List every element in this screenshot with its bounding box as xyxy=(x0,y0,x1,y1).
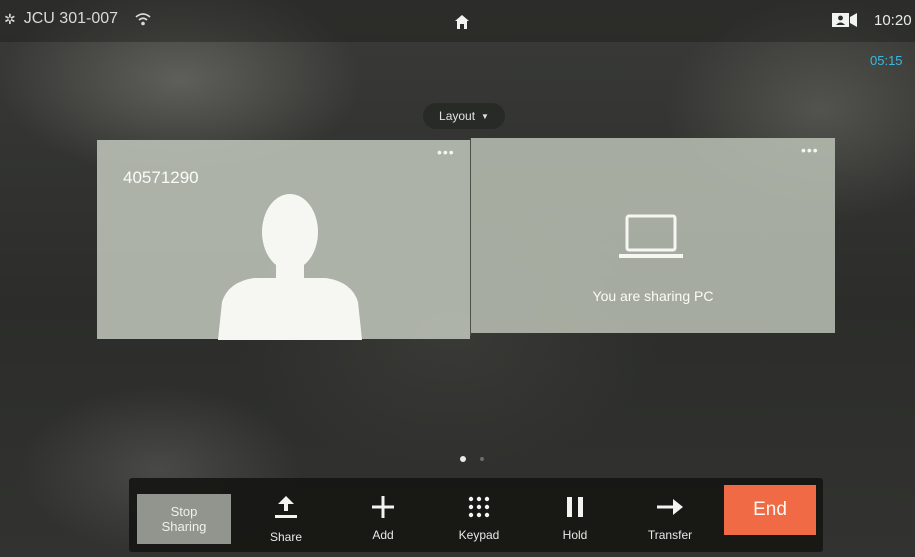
caller-id: 40571290 xyxy=(123,168,199,187)
share-upload-icon xyxy=(275,496,297,518)
layout-button[interactable]: Layout ▼ xyxy=(423,103,505,129)
person-silhouette-icon xyxy=(218,194,362,340)
keypad-label: Keypad xyxy=(458,528,500,542)
clock: 10:20 xyxy=(874,12,912,29)
share-tile[interactable]: ••• You are sharing PC xyxy=(471,138,835,333)
layout-label: Layout xyxy=(439,109,476,123)
caret-down-icon: ▼ xyxy=(481,111,489,121)
gear-icon[interactable]: ✲ xyxy=(4,11,16,28)
page-dot-active[interactable] xyxy=(460,456,466,462)
call-duration: 05:15 xyxy=(870,53,903,68)
keypad-button[interactable]: Keypad xyxy=(444,492,514,542)
more-dots-icon[interactable]: ••• xyxy=(801,142,819,158)
add-label: Add xyxy=(372,528,394,542)
share-label: Share xyxy=(269,530,303,544)
room-name: JCU 301-007 xyxy=(23,10,119,27)
hold-label: Hold xyxy=(562,528,588,542)
end-label: End xyxy=(753,499,787,520)
camera-icon[interactable] xyxy=(832,12,858,28)
sharing-status-text: You are sharing PC xyxy=(592,288,714,304)
pause-icon xyxy=(567,497,583,517)
page-indicator[interactable] xyxy=(460,456,484,462)
transfer-label: Transfer xyxy=(647,528,693,542)
status-bar: ✲ JCU 301-007 10:20 xyxy=(0,0,915,42)
share-button[interactable]: Share xyxy=(251,492,321,544)
stop-sharing-button[interactable]: Stop Sharing xyxy=(137,494,231,544)
stop-sharing-label: Stop Sharing xyxy=(161,504,207,534)
home-icon[interactable] xyxy=(454,14,470,30)
call-toolbar: Stop Sharing Share Add Keypad Hold Trans… xyxy=(129,478,823,552)
laptop-icon xyxy=(619,214,683,258)
keypad-icon xyxy=(468,496,490,518)
end-call-button[interactable]: End xyxy=(724,485,816,535)
plus-icon xyxy=(372,496,394,518)
page-dot[interactable] xyxy=(480,457,484,461)
arrow-right-icon xyxy=(657,499,683,515)
call-screen: ✲ JCU 301-007 10:20 05:15 Layout ▼ ••• 4… xyxy=(0,0,915,557)
participant-tile[interactable]: ••• 40571290 xyxy=(97,140,470,340)
room-info[interactable]: ✲ JCU 301-007 xyxy=(4,10,152,28)
add-button[interactable]: Add xyxy=(348,492,418,542)
hold-button[interactable]: Hold xyxy=(540,492,610,542)
wifi-icon xyxy=(135,13,151,26)
more-dots-icon[interactable]: ••• xyxy=(437,144,455,160)
transfer-button[interactable]: Transfer xyxy=(635,492,705,542)
